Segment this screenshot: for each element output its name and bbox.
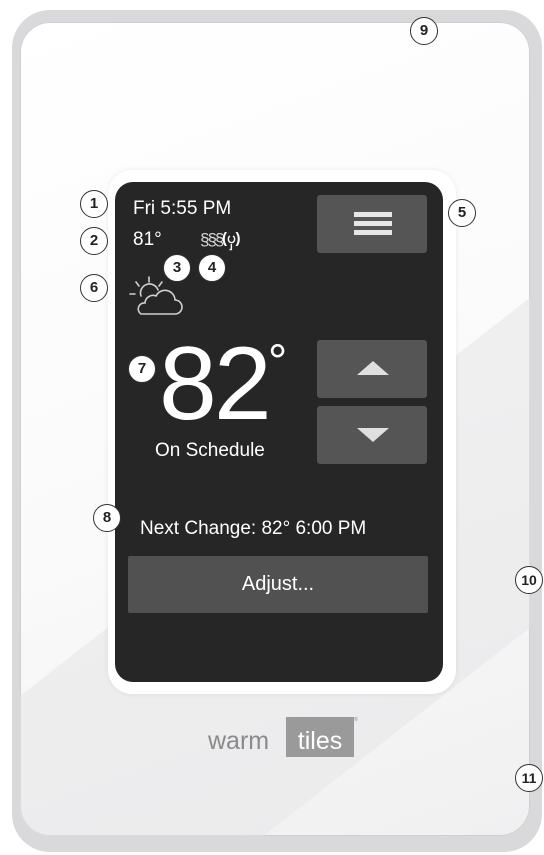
callout-9: 9 [410,17,438,45]
touch-screen: Fri 5:55 PM 81° §§§ (ၦ) 82 ° On Schedule… [115,182,443,682]
date-time-display: Fri 5:55 PM [133,198,232,219]
arrow-down-icon [357,428,389,442]
callout-4: 4 [198,254,226,282]
heating-wave-icon: §§§ [200,230,224,249]
wifi-signal-icon: (ၦ) [222,230,241,247]
temperature-up-button[interactable] [317,340,427,398]
next-change-info: Next Change: 82° 6:00 PM [140,518,367,539]
floor-temperature: 81° [133,229,162,250]
callout-11: 11 [515,764,543,792]
adjust-button[interactable]: Adjust... [128,556,428,613]
set-temperature-unit: ° [268,336,288,389]
callout-6: 6 [80,274,108,302]
set-temperature: 82 [159,326,272,442]
menu-button[interactable] [317,195,427,253]
callout-8: 8 [93,504,121,532]
schedule-status: On Schedule [155,440,265,461]
callout-2: 2 [80,227,108,255]
temperature-down-button[interactable] [317,406,427,464]
callout-1: 1 [80,190,108,218]
callout-5: 5 [448,199,476,227]
callout-10: 10 [515,566,543,594]
arrow-up-icon [357,361,389,375]
callout-3: 3 [163,254,191,282]
adjust-button-label: Adjust... [241,573,315,595]
logo-text-tiles: tiles [297,727,343,755]
logo-text-warm: warm [208,727,270,755]
callout-7: 7 [128,355,156,383]
